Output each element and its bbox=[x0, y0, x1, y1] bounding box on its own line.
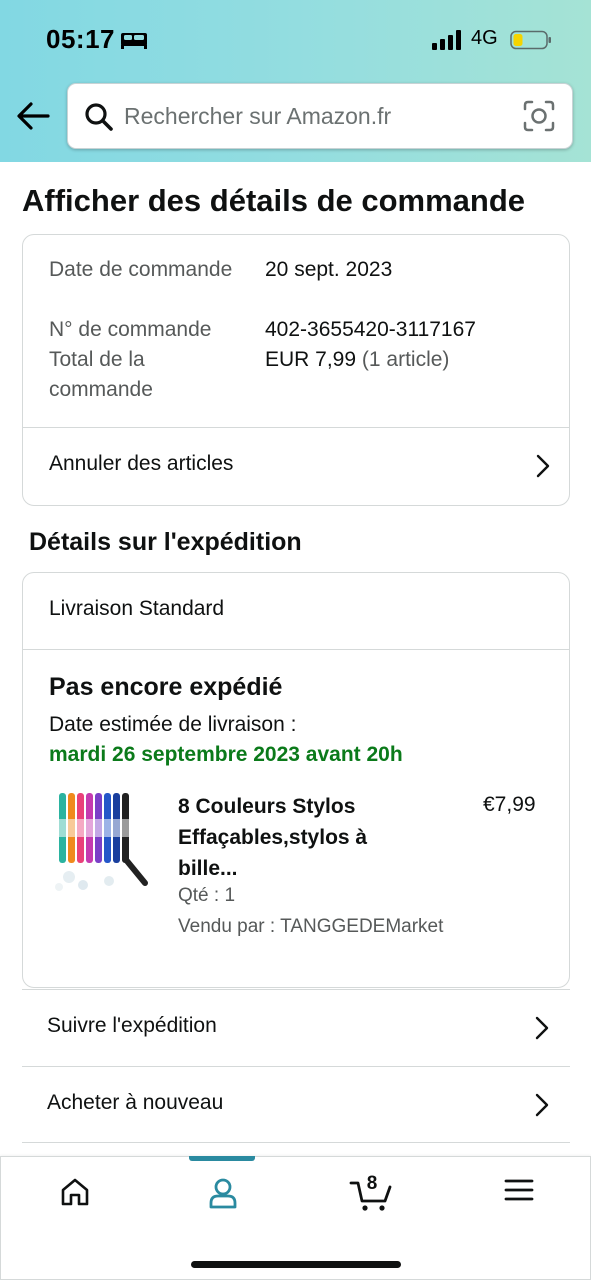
nav-menu[interactable] bbox=[445, 1157, 591, 1237]
menu-icon bbox=[504, 1179, 534, 1201]
back-arrow-icon[interactable] bbox=[16, 101, 50, 131]
status-time: 05:17 bbox=[46, 24, 115, 54]
home-icon bbox=[61, 1178, 89, 1206]
cancel-items-label: Annuler des articles bbox=[49, 452, 234, 475]
shipping-section-title: Détails sur l'expédition bbox=[29, 528, 302, 556]
order-summary-card: Date de commande 20 sept. 2023 N° de com… bbox=[22, 234, 570, 506]
cancel-items-link[interactable]: Annuler des articles bbox=[23, 428, 569, 504]
product-price: €7,99 bbox=[483, 793, 536, 816]
estimated-delivery-label: Date estimée de livraison : bbox=[49, 713, 297, 736]
chevron-right-icon bbox=[535, 1093, 549, 1117]
order-total-label: Total de la commande bbox=[49, 348, 153, 401]
cart-count-badge: 8 bbox=[366, 1173, 378, 1194]
order-total-amount: EUR 7,99 bbox=[265, 348, 357, 371]
order-total-value: EUR 7,99 (1 article) bbox=[265, 345, 449, 375]
search-input[interactable] bbox=[124, 98, 514, 134]
track-shipment-label: Suivre l'expédition bbox=[47, 1014, 217, 1037]
order-date-label: Date de commande bbox=[49, 258, 233, 281]
page-title: Afficher des détails de commande bbox=[22, 183, 526, 218]
chevron-right-icon bbox=[536, 454, 550, 478]
order-number-value: 402-3655420-3117167 bbox=[265, 318, 476, 341]
shipment-card: Livraison Standard Pas encore expédié Da… bbox=[22, 572, 570, 988]
buy-again-label: Acheter à nouveau bbox=[47, 1091, 224, 1114]
nav-active-indicator bbox=[189, 1156, 255, 1161]
network-type: 4G bbox=[471, 27, 498, 49]
search-icon bbox=[85, 103, 113, 131]
buy-again-link[interactable]: Acheter à nouveau bbox=[22, 1066, 570, 1143]
nav-account[interactable] bbox=[149, 1157, 297, 1237]
signal-icon bbox=[432, 30, 461, 50]
header: 05:17 4G bbox=[0, 0, 591, 162]
account-icon bbox=[209, 1178, 237, 1209]
chevron-right-icon bbox=[535, 1016, 549, 1040]
home-indicator bbox=[191, 1261, 401, 1268]
product-quantity: Qté : 1 bbox=[178, 885, 236, 906]
sleep-bed-icon bbox=[121, 33, 147, 49]
divider bbox=[23, 649, 569, 650]
shipment-status: Pas encore expédié bbox=[49, 673, 283, 701]
product-image[interactable] bbox=[49, 789, 153, 899]
nav-cart[interactable]: 8 bbox=[297, 1157, 445, 1237]
battery-icon bbox=[510, 30, 551, 50]
nav-home[interactable] bbox=[1, 1157, 149, 1237]
order-item-count: (1 article) bbox=[361, 348, 450, 371]
product-title[interactable]: 8 Couleurs Stylos Effaçables,stylos à bi… bbox=[178, 791, 418, 884]
order-date-value: 20 sept. 2023 bbox=[265, 258, 393, 281]
product-seller: Vendu par : TANGGEDEMarket bbox=[178, 916, 444, 937]
order-number-label: N° de commande bbox=[49, 318, 212, 341]
track-shipment-link[interactable]: Suivre l'expédition bbox=[22, 989, 570, 1066]
camera-scan-icon[interactable] bbox=[523, 100, 555, 132]
search-bar[interactable] bbox=[67, 83, 573, 149]
shipping-method: Livraison Standard bbox=[49, 597, 225, 620]
estimated-delivery-date: mardi 26 septembre 2023 avant 20h bbox=[49, 743, 403, 766]
